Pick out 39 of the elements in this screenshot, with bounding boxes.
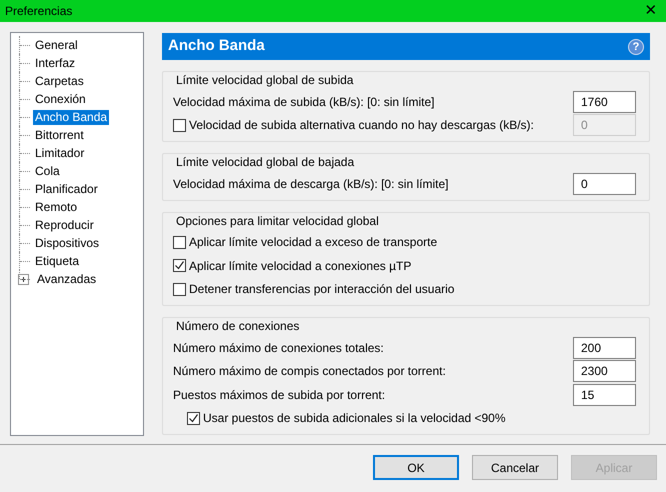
checkbox[interactable]: [173, 236, 186, 249]
field-label: Número máximo de compis conectados por torrent:: [173, 363, 446, 380]
window-title: Preferencias: [5, 3, 72, 20]
input-field[interactable]: 200: [573, 336, 636, 359]
input-field[interactable]: 1760: [573, 90, 636, 113]
sidebar-item[interactable]: Limitador: [33, 146, 86, 160]
sidebar-item[interactable]: Avanzadas: [35, 272, 98, 286]
sidebar-item[interactable]: General: [33, 38, 80, 52]
dialog-button[interactable]: OK: [373, 455, 459, 480]
sidebar-item[interactable]: Carpetas: [33, 74, 86, 88]
field-label: Velocidad máxima de descarga (kB/s): [0: sin límite]: [173, 176, 448, 193]
field-label: Velocidad máxima de subida (kB/s): [0: sin límite]: [173, 94, 434, 111]
sidebar-item[interactable]: Ancho Banda: [33, 110, 110, 124]
sidebar-item[interactable]: Interfaz: [33, 56, 78, 70]
sidebar-item[interactable]: Planificador: [33, 182, 100, 196]
sidebar-item[interactable]: Etiqueta: [33, 254, 82, 268]
input-field[interactable]: 0: [573, 172, 636, 195]
checkbox-label: Detener transferencias por interacción del usuario: [189, 281, 454, 298]
sidebar-item[interactable]: Cola: [33, 164, 62, 178]
input-field[interactable]: 2300: [573, 360, 636, 382]
input-field[interactable]: 15: [573, 384, 636, 406]
checkbox-label: Aplicar límite velocidad a conexiones µTP: [189, 258, 412, 275]
checkbox[interactable]: [173, 259, 186, 272]
checkbox[interactable]: [187, 412, 200, 425]
field-label: Puestos máximos de subida por torrent:: [173, 386, 386, 404]
checkbox-label: Aplicar límite velocidad a exceso de transporte: [189, 234, 438, 252]
sidebar-item[interactable]: Reproducir: [33, 218, 96, 232]
dialog-button[interactable]: Cancelar: [472, 455, 558, 480]
checkbox-label: Usar puestos de subida adicionales si la velocidad <90%: [203, 410, 506, 428]
checkbox-label: Velocidad de subida alternativa cuando no hay descargas (kB/s):: [189, 117, 534, 134]
section-title: Ancho Banda: [168, 36, 265, 56]
sidebar-item[interactable]: Bittorrent: [33, 128, 86, 142]
expand-icon[interactable]: [18, 274, 29, 284]
checkbox[interactable]: [173, 282, 186, 296]
close-button[interactable]: ✕: [636, 0, 666, 22]
sidebar-item[interactable]: Remoto: [33, 200, 80, 214]
sidebar-item[interactable]: Dispositivos: [33, 236, 102, 250]
field-label: Número máximo de conexiones totales:: [173, 340, 384, 357]
sidebar-item[interactable]: Conexión: [33, 92, 88, 106]
